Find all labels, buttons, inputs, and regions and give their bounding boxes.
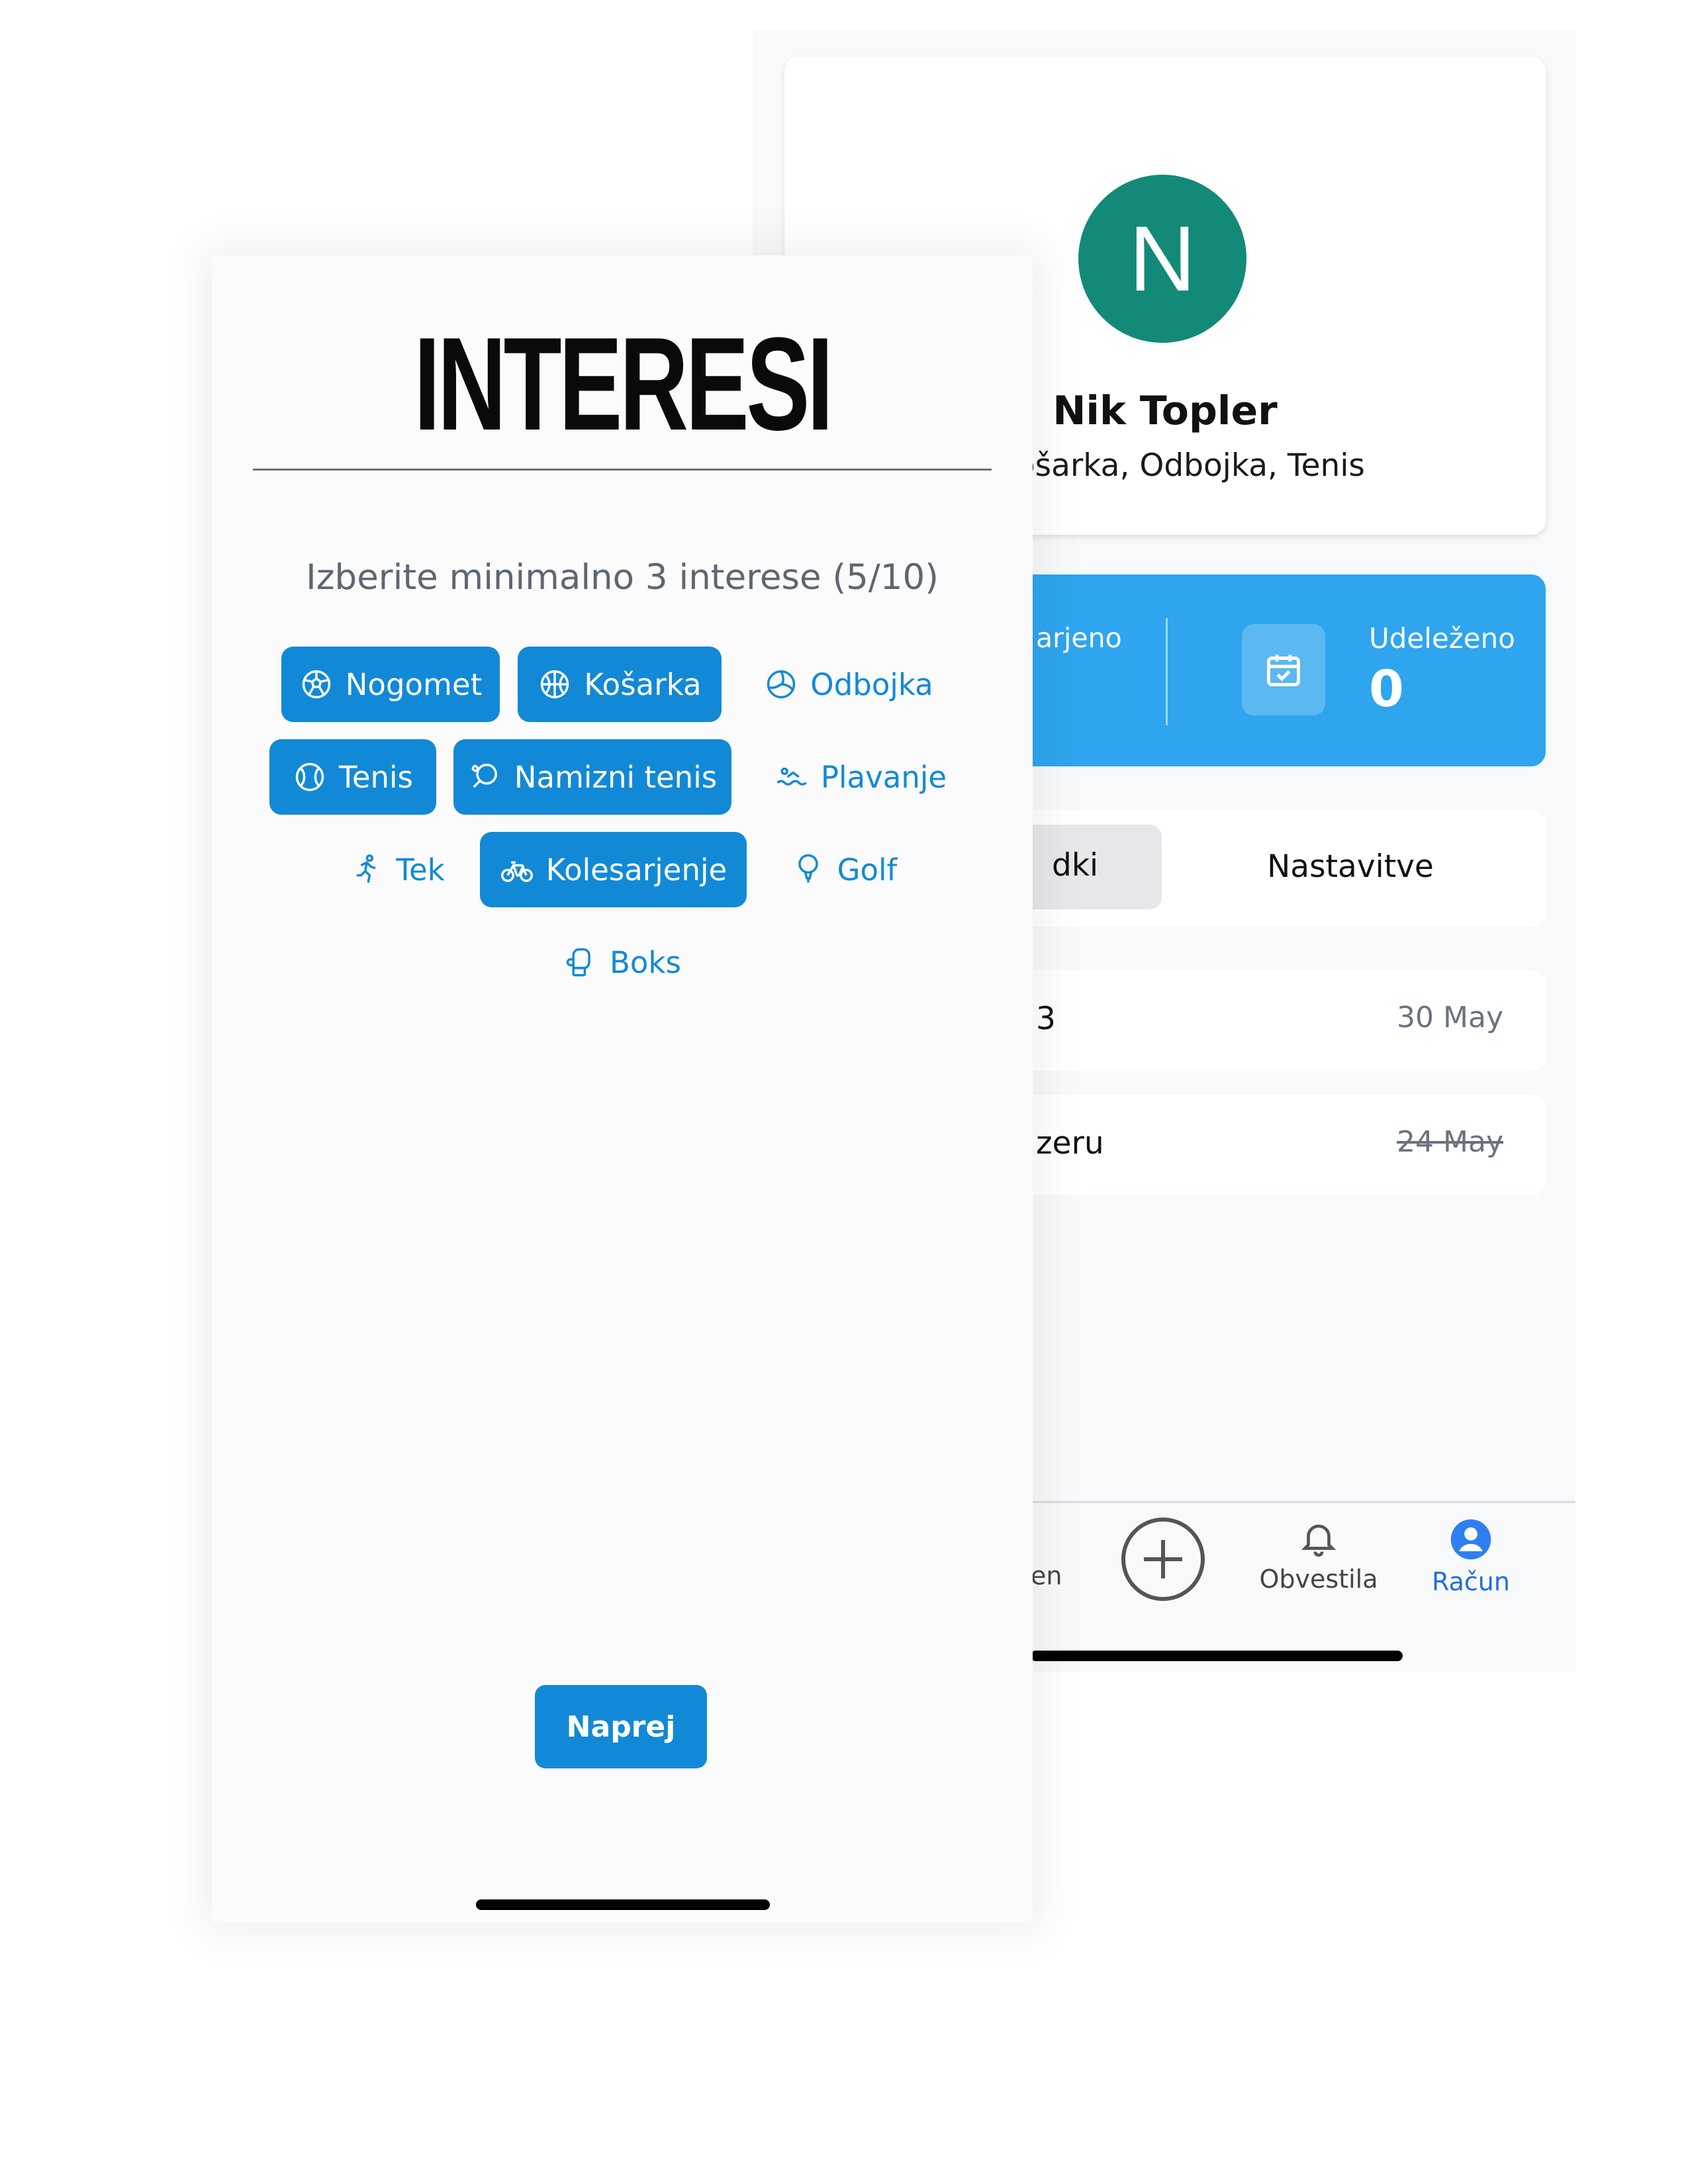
nav-notifications[interactable]: Obvestila: [1256, 1518, 1382, 1594]
bicycle-icon: [500, 861, 533, 882]
bell-icon: [1301, 1524, 1336, 1557]
nav-home-label[interactable]: en: [1031, 1561, 1062, 1590]
stat-attended-value: 0: [1369, 659, 1404, 718]
chip-golf[interactable]: Golf: [768, 832, 920, 907]
chip-nogomet[interactable]: Nogomet: [281, 647, 500, 722]
nav-notifications-label: Obvestila: [1259, 1565, 1378, 1594]
chip-label: Tenis: [339, 759, 413, 795]
add-icon[interactable]: [1120, 1516, 1206, 1602]
chip-plavanje[interactable]: Plavanje: [755, 739, 966, 815]
stat-attended-label: Udeleženo: [1369, 622, 1515, 655]
page-title: INTERESI: [414, 310, 833, 458]
event-name: 3: [1036, 1001, 1056, 1037]
boxing-glove-icon: [566, 948, 590, 977]
running-icon: [357, 854, 376, 883]
avatar[interactable]: N: [1078, 175, 1246, 343]
chip-label: Plavanje: [820, 759, 947, 795]
chip-label: Odbojka: [810, 666, 933, 702]
nav-account[interactable]: Račun: [1421, 1518, 1521, 1596]
home-indicator: [476, 1899, 770, 1910]
stat-divider: [1166, 618, 1168, 725]
chip-label: Golf: [837, 852, 898, 887]
chip-odbojka[interactable]: Odbojka: [749, 647, 948, 722]
chip-label: Tek: [396, 852, 445, 887]
chip-kosarka[interactable]: Košarka: [518, 647, 722, 722]
home-indicator: [1031, 1651, 1403, 1661]
chip-label: Košarka: [584, 666, 702, 702]
chip-tek[interactable]: Tek: [331, 832, 463, 907]
ping-pong-icon: [471, 763, 497, 788]
soccer-ball-icon: [302, 670, 330, 699]
chip-label: Namizni tenis: [514, 759, 718, 795]
basketball-icon: [541, 670, 569, 699]
title-divider: [253, 469, 992, 471]
event-name: zeru: [1036, 1125, 1104, 1161]
event-date: 30 May: [1397, 1001, 1503, 1034]
tennis-ball-icon: [295, 762, 324, 792]
chip-boks[interactable]: Boks: [549, 925, 695, 1000]
next-button[interactable]: Naprej: [535, 1685, 707, 1768]
volleyball-icon: [767, 670, 796, 699]
calendar-check-icon: [1242, 624, 1325, 715]
chip-namizni-tenis[interactable]: Namizni tenis: [453, 739, 731, 815]
chip-tenis[interactable]: Tenis: [269, 739, 436, 815]
tab-events-label: dki: [1052, 847, 1099, 884]
interests-screen: INTERESI Izberite minimalno 3 interese (…: [212, 255, 1033, 1923]
chip-label: Boks: [610, 944, 681, 980]
stat-left-label: arjeno: [1036, 622, 1122, 654]
account-icon: [1450, 1519, 1491, 1560]
chip-label: Nogomet: [345, 666, 483, 702]
swimming-icon: [776, 767, 807, 786]
golf-icon: [798, 854, 818, 883]
nav-account-label: Račun: [1432, 1567, 1510, 1596]
chip-kolesarjenje[interactable]: Kolesarjenje: [480, 832, 747, 907]
instruction-text: Izberite minimalno 3 interese (5/10): [306, 557, 939, 598]
chip-label: Kolesarjenje: [545, 852, 727, 887]
tab-settings[interactable]: Nastavitve: [1165, 825, 1536, 909]
event-date: 24 May: [1397, 1125, 1503, 1159]
